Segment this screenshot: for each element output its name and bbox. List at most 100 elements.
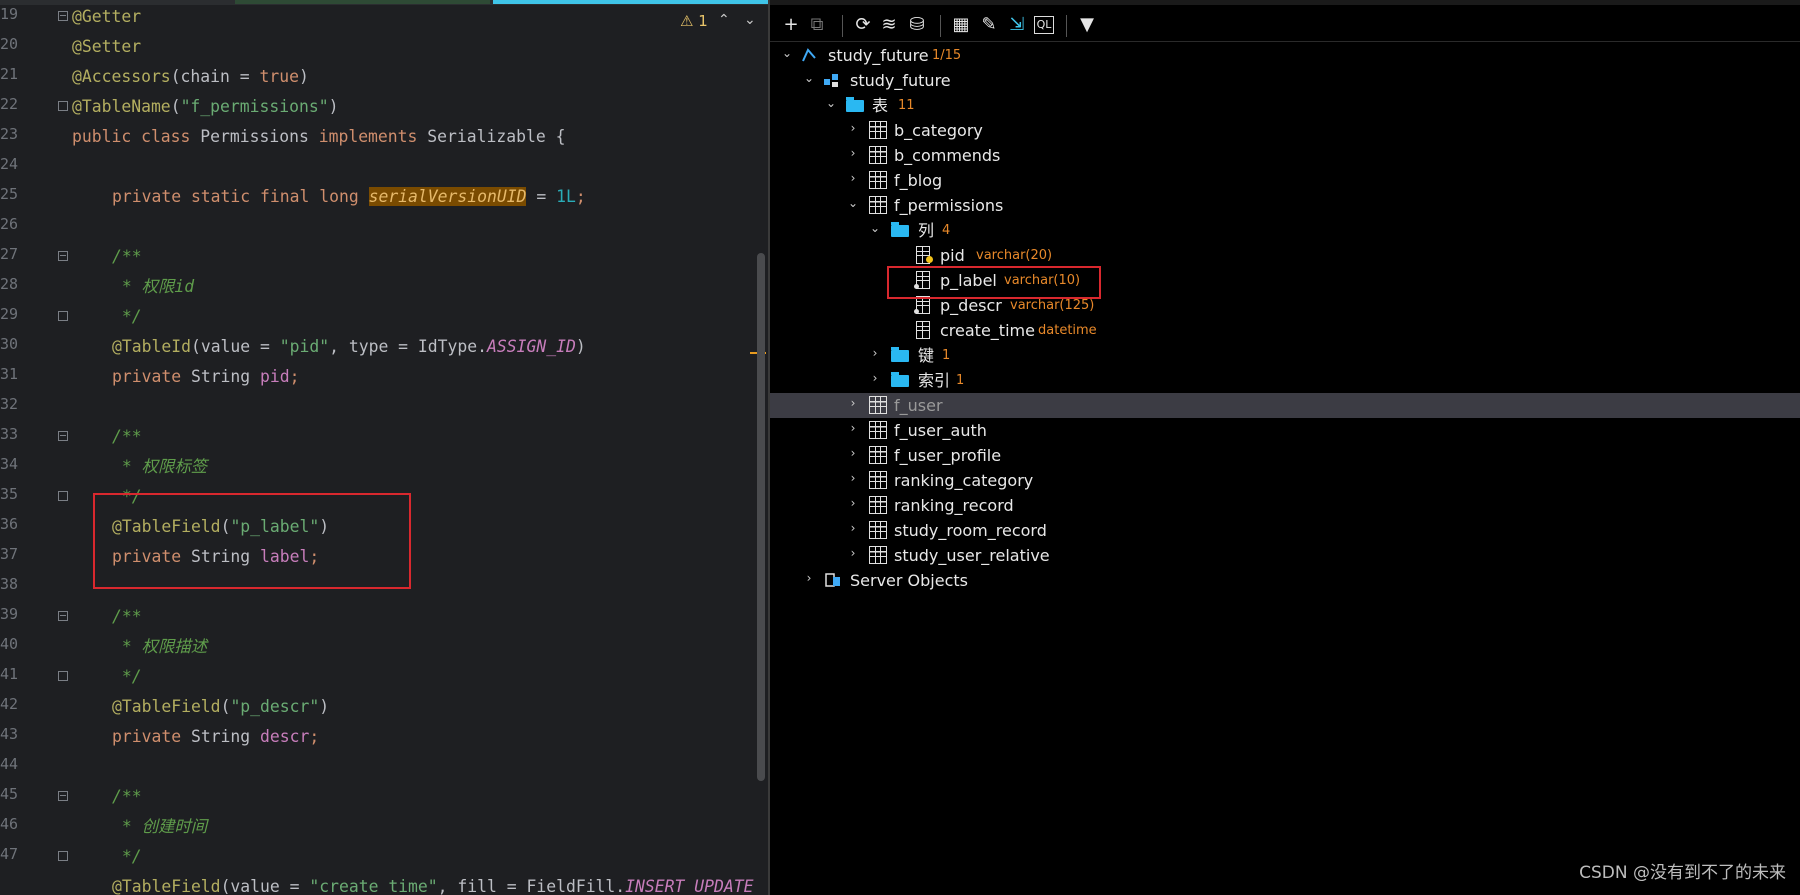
code-line[interactable]: @TableName("f_permissions") — [72, 92, 338, 122]
database-icon[interactable]: ⛁ — [906, 14, 928, 36]
warning-icon: ⚠ — [680, 12, 694, 30]
fold-toggle-icon[interactable] — [58, 311, 68, 321]
tree-node-schema[interactable]: ⌄ study_future — [770, 68, 1800, 93]
tree-node-server-objects[interactable]: › Server Objects — [770, 568, 1800, 593]
code-line[interactable]: * 权限描述 — [112, 632, 207, 662]
tree-label: study_future — [828, 46, 929, 65]
code-line[interactable]: @TableField("p_descr") — [112, 692, 329, 722]
chevron-right-icon[interactable]: › — [846, 421, 860, 435]
tree-node-keys-folder[interactable]: › 键 1 — [770, 343, 1800, 368]
chevron-right-icon[interactable]: › — [846, 496, 860, 510]
tree-node-connection[interactable]: ⌄ study_future 1/15 — [770, 43, 1800, 68]
code-line[interactable]: */ — [112, 302, 142, 332]
chevron-right-icon[interactable]: › — [802, 571, 816, 585]
chevron-right-icon[interactable]: › — [868, 346, 882, 360]
code-line[interactable]: private String descr; — [112, 722, 319, 752]
fold-toggle-icon[interactable] — [58, 431, 68, 441]
fold-toggle-icon[interactable] — [58, 11, 68, 21]
code-editor[interactable]: ⚠ 1 ⌃ ⌄ 19 20 21 22 23 24 25 26 27 28 29… — [0, 0, 768, 895]
tree-label: f_permissions — [894, 196, 1004, 215]
table-icon — [869, 196, 887, 214]
add-icon[interactable]: + — [780, 14, 802, 36]
code-line[interactable]: */ — [112, 842, 142, 872]
chevron-right-icon[interactable]: › — [846, 146, 860, 160]
tree-node-index-folder[interactable]: › 索引 1 — [770, 368, 1800, 393]
fold-toggle-icon[interactable] — [58, 791, 68, 801]
code-line[interactable]: private String pid; — [112, 362, 300, 392]
copy-icon[interactable]: ⧉ — [806, 14, 828, 36]
chevron-up-icon[interactable]: ⌃ — [718, 12, 730, 28]
warning-indicator[interactable]: ⚠ 1 — [680, 12, 708, 30]
line-number: 40 — [0, 635, 18, 653]
code-line[interactable]: * 权限标签 — [112, 452, 207, 482]
fold-toggle-icon[interactable] — [58, 851, 68, 861]
code-line[interactable]: * 权限id — [112, 272, 194, 302]
code-line[interactable]: @TableField(value = "create_time", fill … — [112, 872, 753, 895]
chevron-down-icon[interactable]: ⌄ — [780, 46, 794, 60]
tree-node-tables-folder[interactable]: ⌄ 表 11 — [770, 93, 1800, 118]
tree-node-table[interactable]: › f_user_profile — [770, 443, 1800, 468]
code-line[interactable]: @TableId(value = "pid", type = IdType.AS… — [112, 332, 586, 362]
code-text: ; — [575, 187, 586, 206]
editor-tab-active[interactable] — [493, 0, 768, 4]
tree-node-column[interactable]: pid varchar(20) — [770, 243, 1800, 268]
tree-node-table[interactable]: › ranking_record — [770, 493, 1800, 518]
tree-node-column[interactable]: create_time datetime — [770, 318, 1800, 343]
chevron-right-icon[interactable]: › — [846, 546, 860, 560]
fold-toggle-icon[interactable] — [58, 251, 68, 261]
chevron-down-icon[interactable]: ⌄ — [824, 96, 838, 110]
code-line[interactable]: /** — [112, 782, 142, 812]
chevron-right-icon[interactable]: › — [846, 446, 860, 460]
tree-node-table-selected[interactable]: › f_user — [770, 393, 1800, 418]
tree-node-table[interactable]: › study_room_record — [770, 518, 1800, 543]
tree-node-table[interactable]: › ranking_category — [770, 468, 1800, 493]
chevron-right-icon[interactable]: › — [868, 371, 882, 385]
sql-icon[interactable]: QL — [1034, 16, 1054, 34]
tree-node-table-expanded[interactable]: ⌄ f_permissions — [770, 193, 1800, 218]
refresh-icon[interactable]: ⟳ — [852, 14, 874, 36]
code-line[interactable]: @Setter — [72, 32, 141, 62]
fold-toggle-icon[interactable] — [58, 491, 68, 501]
chevron-right-icon[interactable]: › — [846, 121, 860, 135]
tree-node-table[interactable]: › f_blog — [770, 168, 1800, 193]
database-navigator: + ⧉ ⟳ ≋ ⛁ ▦ ✎ ⇲ QL ▼ ⌄ study_future 1/15… — [770, 0, 1800, 895]
tree-node-table[interactable]: › study_user_relative — [770, 543, 1800, 568]
editor-scrollbar[interactable] — [757, 253, 765, 781]
tree-node-table[interactable]: › b_category — [770, 118, 1800, 143]
tree-node-table[interactable]: › f_user_auth — [770, 418, 1800, 443]
code-line[interactable]: /** — [112, 602, 142, 632]
code-line[interactable]: * 创建时间 — [112, 812, 207, 842]
table-view-icon[interactable]: ▦ — [950, 14, 972, 36]
code-line[interactable]: /** — [112, 422, 142, 452]
chevron-down-icon[interactable]: ⌄ — [868, 221, 882, 235]
chevron-right-icon[interactable]: › — [846, 521, 860, 535]
chevron-down-icon[interactable]: ⌄ — [802, 71, 816, 85]
fold-toggle-icon[interactable] — [58, 101, 68, 111]
code-text: , type = IdType. — [329, 337, 487, 356]
column-type: datetime — [1038, 323, 1097, 338]
chevron-right-icon[interactable]: › — [846, 471, 860, 485]
string-literal: "pid" — [279, 337, 330, 356]
chevron-right-icon[interactable]: › — [846, 396, 860, 410]
tree-node-table[interactable]: › b_commends — [770, 143, 1800, 168]
tree-node-columns-folder[interactable]: ⌄ 列 4 — [770, 218, 1800, 243]
chevron-right-icon[interactable]: › — [846, 171, 860, 185]
filter-icon[interactable]: ▼ — [1076, 14, 1098, 36]
chevron-down-icon[interactable]: ⌄ — [744, 12, 756, 28]
code-line[interactable]: */ — [112, 662, 142, 692]
fold-toggle-icon[interactable] — [58, 671, 68, 681]
edit-schema-icon[interactable]: ≋ — [878, 14, 900, 36]
chevron-down-icon[interactable]: ⌄ — [846, 196, 860, 210]
annotation: @Setter — [72, 37, 142, 56]
editor-tab-inactive[interactable] — [235, 0, 490, 4]
code-line[interactable]: private static final long serialVersionU… — [112, 182, 586, 212]
jump-icon[interactable]: ⇲ — [1006, 14, 1028, 36]
fold-toggle-icon[interactable] — [58, 611, 68, 621]
column-name: pid — [940, 246, 965, 265]
edit-icon[interactable]: ✎ — [978, 14, 1000, 36]
table-icon — [869, 171, 887, 189]
code-line[interactable]: public class Permissions implements Seri… — [72, 122, 565, 152]
code-line[interactable]: @Accessors(chain = true) — [72, 62, 309, 92]
code-line[interactable]: /** — [112, 242, 142, 272]
code-line[interactable]: @Getter — [72, 2, 141, 32]
